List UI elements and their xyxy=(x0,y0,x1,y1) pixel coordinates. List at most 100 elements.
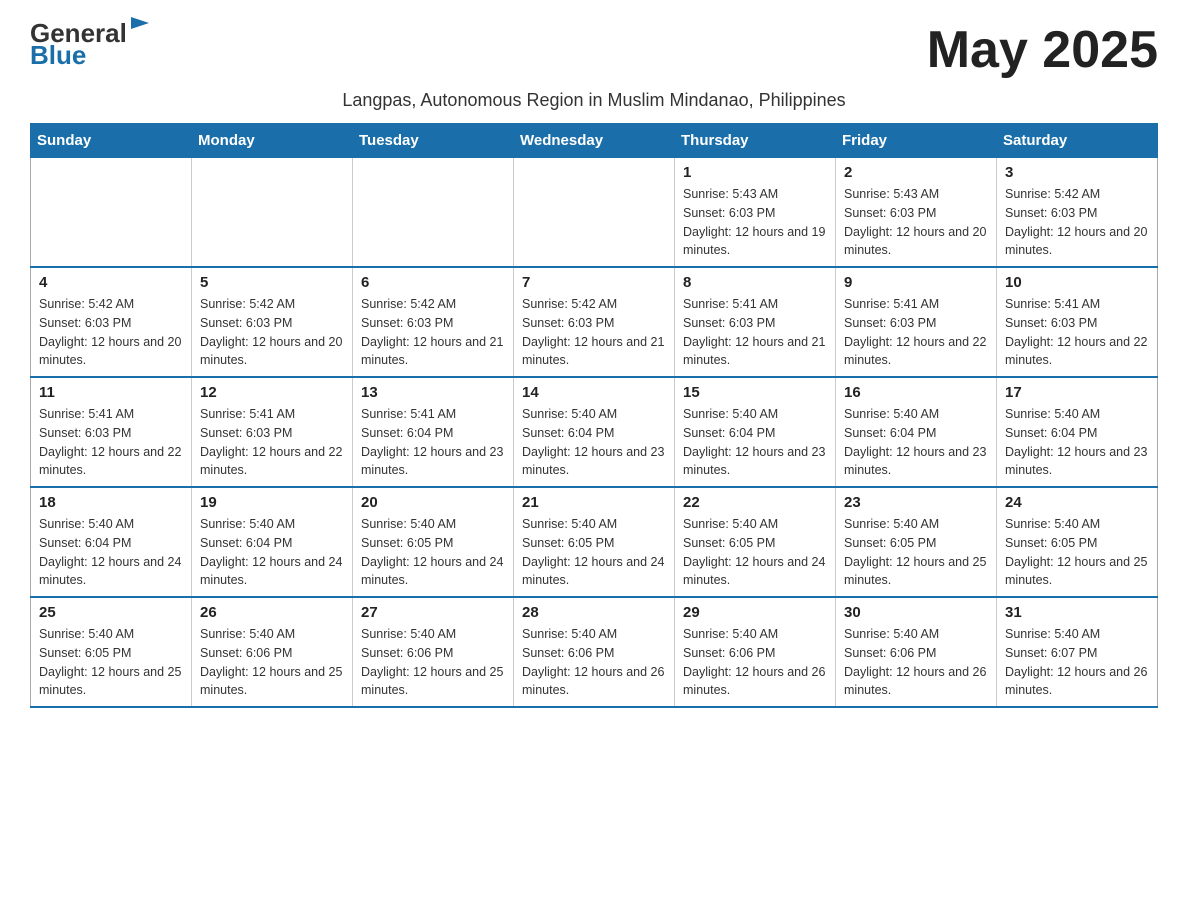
calendar-cell: 19 Sunrise: 5:40 AMSunset: 6:04 PMDayligh… xyxy=(192,487,353,597)
day-info: Sunrise: 5:40 AMSunset: 6:04 PMDaylight:… xyxy=(1005,405,1149,480)
day-info: Sunrise: 5:41 AMSunset: 6:03 PMDaylight:… xyxy=(844,295,988,370)
day-number: 17 xyxy=(1005,384,1149,401)
header-monday: Monday xyxy=(192,124,353,158)
calendar-cell: 3 Sunrise: 5:42 AMSunset: 6:03 PMDaylight… xyxy=(997,158,1158,268)
day-number: 24 xyxy=(1005,494,1149,511)
day-number: 25 xyxy=(39,604,183,621)
calendar-table: SundayMondayTuesdayWednesdayThursdayFrid… xyxy=(30,123,1158,708)
day-number: 8 xyxy=(683,274,827,291)
calendar-cell xyxy=(192,158,353,268)
day-number: 7 xyxy=(522,274,666,291)
day-number: 28 xyxy=(522,604,666,621)
day-number: 27 xyxy=(361,604,505,621)
day-info: Sunrise: 5:40 AMSunset: 6:04 PMDaylight:… xyxy=(522,405,666,480)
calendar-cell: 14 Sunrise: 5:40 AMSunset: 6:04 PMDayligh… xyxy=(514,377,675,487)
day-info: Sunrise: 5:42 AMSunset: 6:03 PMDaylight:… xyxy=(1005,185,1149,260)
day-info: Sunrise: 5:40 AMSunset: 6:04 PMDaylight:… xyxy=(844,405,988,480)
day-number: 5 xyxy=(200,274,344,291)
day-info: Sunrise: 5:40 AMSunset: 6:06 PMDaylight:… xyxy=(200,625,344,700)
calendar-cell: 5 Sunrise: 5:42 AMSunset: 6:03 PMDaylight… xyxy=(192,267,353,377)
calendar-cell xyxy=(31,158,192,268)
header-wednesday: Wednesday xyxy=(514,124,675,158)
calendar-cell: 23 Sunrise: 5:40 AMSunset: 6:05 PMDayligh… xyxy=(836,487,997,597)
day-info: Sunrise: 5:43 AMSunset: 6:03 PMDaylight:… xyxy=(844,185,988,260)
calendar-cell: 24 Sunrise: 5:40 AMSunset: 6:05 PMDayligh… xyxy=(997,487,1158,597)
calendar-cell: 15Sunrise: 5:40 AMSunset: 6:04 PMDayligh… xyxy=(675,377,836,487)
day-info: Sunrise: 5:40 AMSunset: 6:05 PMDaylight:… xyxy=(361,515,505,590)
day-info: Sunrise: 5:42 AMSunset: 6:03 PMDaylight:… xyxy=(200,295,344,370)
day-number: 21 xyxy=(522,494,666,511)
day-number: 16 xyxy=(844,384,988,401)
logo: General Blue xyxy=(30,20,151,68)
day-info: Sunrise: 5:40 AMSunset: 6:06 PMDaylight:… xyxy=(361,625,505,700)
calendar-cell: 6Sunrise: 5:42 AMSunset: 6:03 PMDaylight… xyxy=(353,267,514,377)
day-info: Sunrise: 5:42 AMSunset: 6:03 PMDaylight:… xyxy=(522,295,666,370)
day-number: 4 xyxy=(39,274,183,291)
header-tuesday: Tuesday xyxy=(353,124,514,158)
calendar-cell: 27 Sunrise: 5:40 AMSunset: 6:06 PMDayligh… xyxy=(353,597,514,707)
day-number: 6 xyxy=(361,274,505,291)
day-info: Sunrise: 5:42 AMSunset: 6:03 PMDaylight:… xyxy=(39,295,183,370)
calendar-cell: 2 Sunrise: 5:43 AMSunset: 6:03 PMDaylight… xyxy=(836,158,997,268)
day-number: 11 xyxy=(39,384,183,401)
day-number: 29 xyxy=(683,604,827,621)
day-info: Sunrise: 5:40 AMSunset: 6:04 PMDaylight:… xyxy=(200,515,344,590)
calendar-cell xyxy=(353,158,514,268)
day-info: Sunrise: 5:40 AMSunset: 6:06 PMDaylight:… xyxy=(522,625,666,700)
day-info: Sunrise: 5:41 AMSunset: 6:03 PMDaylight:… xyxy=(39,405,183,480)
day-info: Sunrise: 5:40 AMSunset: 6:07 PMDaylight:… xyxy=(1005,625,1149,700)
week-row-4: 18 Sunrise: 5:40 AMSunset: 6:04 PMDayligh… xyxy=(31,487,1158,597)
calendar-cell: 7 Sunrise: 5:42 AMSunset: 6:03 PMDaylight… xyxy=(514,267,675,377)
calendar-cell: 28 Sunrise: 5:40 AMSunset: 6:06 PMDayligh… xyxy=(514,597,675,707)
calendar-cell: 20 Sunrise: 5:40 AMSunset: 6:05 PMDayligh… xyxy=(353,487,514,597)
logo-blue: Blue xyxy=(30,42,151,68)
day-number: 9 xyxy=(844,274,988,291)
header-row: SundayMondayTuesdayWednesdayThursdayFrid… xyxy=(31,124,1158,158)
week-row-5: 25 Sunrise: 5:40 AMSunset: 6:05 PMDayligh… xyxy=(31,597,1158,707)
calendar-cell: 25 Sunrise: 5:40 AMSunset: 6:05 PMDayligh… xyxy=(31,597,192,707)
calendar-cell xyxy=(514,158,675,268)
calendar-cell: 26 Sunrise: 5:40 AMSunset: 6:06 PMDayligh… xyxy=(192,597,353,707)
day-number: 14 xyxy=(522,384,666,401)
calendar-cell: 17 Sunrise: 5:40 AMSunset: 6:04 PMDayligh… xyxy=(997,377,1158,487)
day-info: Sunrise: 5:40 AMSunset: 6:06 PMDaylight:… xyxy=(683,625,827,700)
day-info: Sunrise: 5:41 AMSunset: 6:03 PMDaylight:… xyxy=(200,405,344,480)
calendar-cell: 10Sunrise: 5:41 AMSunset: 6:03 PMDayligh… xyxy=(997,267,1158,377)
page-header: General Blue May 2025 xyxy=(30,20,1158,80)
week-row-1: 1Sunrise: 5:43 AMSunset: 6:03 PMDaylight… xyxy=(31,158,1158,268)
day-info: Sunrise: 5:41 AMSunset: 6:03 PMDaylight:… xyxy=(1005,295,1149,370)
day-info: Sunrise: 5:40 AMSunset: 6:05 PMDaylight:… xyxy=(683,515,827,590)
day-info: Sunrise: 5:40 AMSunset: 6:04 PMDaylight:… xyxy=(683,405,827,480)
calendar-cell: 13 Sunrise: 5:41 AMSunset: 6:04 PMDayligh… xyxy=(353,377,514,487)
header-saturday: Saturday xyxy=(997,124,1158,158)
day-number: 18 xyxy=(39,494,183,511)
day-number: 2 xyxy=(844,164,988,181)
day-number: 22 xyxy=(683,494,827,511)
calendar-cell: 1Sunrise: 5:43 AMSunset: 6:03 PMDaylight… xyxy=(675,158,836,268)
header-thursday: Thursday xyxy=(675,124,836,158)
week-row-2: 4 Sunrise: 5:42 AMSunset: 6:03 PMDaylight… xyxy=(31,267,1158,377)
page-subtitle: Langpas, Autonomous Region in Muslim Min… xyxy=(30,90,1158,111)
day-info: Sunrise: 5:40 AMSunset: 6:05 PMDaylight:… xyxy=(1005,515,1149,590)
day-number: 23 xyxy=(844,494,988,511)
day-number: 13 xyxy=(361,384,505,401)
calendar-body: 1Sunrise: 5:43 AMSunset: 6:03 PMDaylight… xyxy=(31,158,1158,708)
day-info: Sunrise: 5:40 AMSunset: 6:05 PMDaylight:… xyxy=(522,515,666,590)
day-info: Sunrise: 5:40 AMSunset: 6:04 PMDaylight:… xyxy=(39,515,183,590)
day-number: 20 xyxy=(361,494,505,511)
day-number: 31 xyxy=(1005,604,1149,621)
day-number: 19 xyxy=(200,494,344,511)
day-number: 26 xyxy=(200,604,344,621)
day-number: 12 xyxy=(200,384,344,401)
logo-flag-icon xyxy=(129,15,151,37)
header-sunday: Sunday xyxy=(31,124,192,158)
calendar-cell: 11 Sunrise: 5:41 AMSunset: 6:03 PMDayligh… xyxy=(31,377,192,487)
day-info: Sunrise: 5:41 AMSunset: 6:04 PMDaylight:… xyxy=(361,405,505,480)
day-info: Sunrise: 5:40 AMSunset: 6:05 PMDaylight:… xyxy=(844,515,988,590)
calendar-cell: 12 Sunrise: 5:41 AMSunset: 6:03 PMDayligh… xyxy=(192,377,353,487)
header-friday: Friday xyxy=(836,124,997,158)
day-number: 3 xyxy=(1005,164,1149,181)
day-info: Sunrise: 5:40 AMSunset: 6:05 PMDaylight:… xyxy=(39,625,183,700)
calendar-cell: 8Sunrise: 5:41 AMSunset: 6:03 PMDaylight… xyxy=(675,267,836,377)
calendar-cell: 22 Sunrise: 5:40 AMSunset: 6:05 PMDayligh… xyxy=(675,487,836,597)
